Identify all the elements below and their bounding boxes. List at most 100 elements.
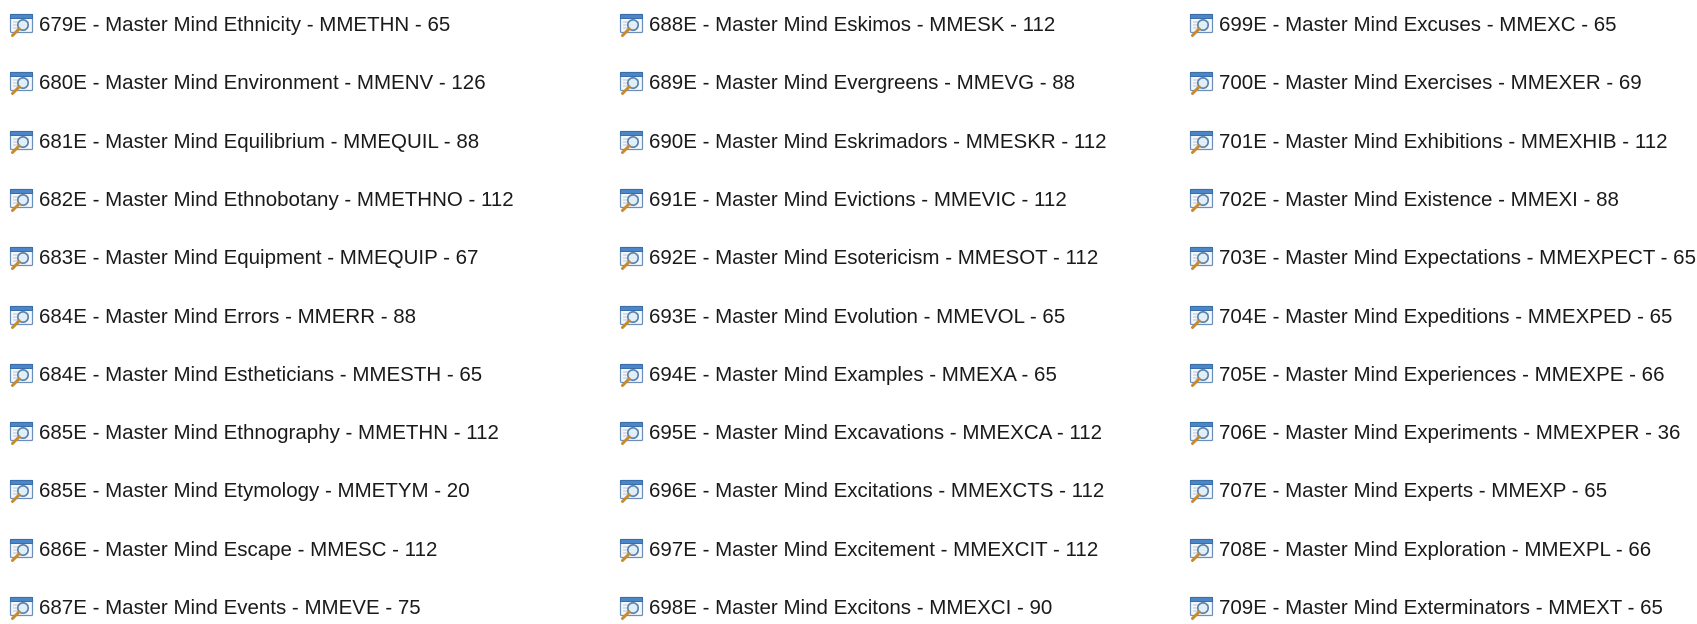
search-file-icon (1188, 303, 1216, 331)
file-item-label: 701E - Master Mind Exhibitions - MMEXHIB… (1219, 129, 1668, 153)
file-item-label: 684E - Master Mind Errors - MMERR - 88 (39, 304, 417, 328)
file-item-label: 679E - Master Mind Ethnicity - MMETHN - … (39, 13, 451, 36)
search-file-icon (8, 594, 36, 622)
file-item-label: 687E - Master Mind Events - MMEVE - 75 (39, 596, 421, 619)
file-item[interactable]: 682E - Master Mind Ethnobotany - MMETHNO… (8, 185, 514, 215)
search-file-icon (8, 419, 36, 447)
file-item-label: 683E - Master Mind Equipment - MMEQUIP -… (39, 246, 479, 270)
file-item-label: 681E - Master Mind Equilibrium - MMEQUIL… (39, 129, 480, 153)
file-item[interactable]: 705E - Master Mind Experiences - MMEXPE … (1188, 360, 1664, 390)
file-item-label: 700E - Master Mind Exercises - MMEXER - … (1219, 71, 1642, 95)
file-item[interactable]: 699E - Master Mind Excuses - MMEXC - 65 (1188, 10, 1617, 40)
file-item-label: 708E - Master Mind Exploration - MMEXPL … (1219, 537, 1652, 561)
search-file-icon (8, 69, 36, 97)
file-item[interactable]: 695E - Master Mind Excavations - MMEXCA … (618, 418, 1102, 448)
file-item-label: 694E - Master Mind Examples - MMEXA - 65 (649, 362, 1057, 386)
file-item[interactable]: 684E - Master Mind Estheticians - MMESTH… (8, 360, 482, 390)
file-item[interactable]: 688E - Master Mind Eskimos - MMESK - 112 (618, 10, 1055, 40)
search-file-icon (1188, 128, 1216, 156)
file-item[interactable]: 697E - Master Mind Excitement - MMEXCIT … (618, 535, 1098, 565)
file-item-label: 696E - Master Mind Excitations - MMEXCTS… (649, 479, 1105, 503)
file-item-label: 697E - Master Mind Excitement - MMEXCIT … (649, 537, 1099, 561)
file-item-label: 709E - Master Mind Exterminators - MMEXT… (1219, 596, 1663, 619)
search-file-icon (618, 419, 646, 447)
file-item[interactable]: 698E - Master Mind Excitons - MMEXCI - 9… (618, 593, 1052, 623)
search-file-icon (618, 244, 646, 272)
search-file-icon (1188, 361, 1216, 389)
search-file-icon (8, 186, 36, 214)
file-item-label: 685E - Master Mind Etymology - MMETYM - … (39, 479, 470, 503)
search-file-icon (618, 11, 646, 39)
search-file-icon (1188, 594, 1216, 622)
file-item[interactable]: 696E - Master Mind Excitations - MMEXCTS… (618, 476, 1104, 506)
search-file-icon (618, 186, 646, 214)
file-item[interactable]: 693E - Master Mind Evolution - MMEVOL - … (618, 302, 1065, 332)
file-item-label: 707E - Master Mind Experts - MMEXP - 65 (1219, 479, 1608, 503)
file-item[interactable]: 684E - Master Mind Errors - MMERR - 88 (8, 302, 416, 332)
file-item-label: 695E - Master Mind Excavations - MMEXCA … (649, 421, 1103, 445)
file-item-label: 692E - Master Mind Esotericism - MMESOT … (649, 246, 1099, 270)
file-item-label: 703E - Master Mind Expectations - MMEXPE… (1219, 246, 1696, 270)
search-file-icon (1188, 477, 1216, 505)
file-item[interactable]: 694E - Master Mind Examples - MMEXA - 65 (618, 360, 1057, 390)
search-file-icon (1188, 419, 1216, 447)
search-file-icon (8, 244, 36, 272)
file-item-label: 680E - Master Mind Environment - MMENV -… (39, 71, 486, 95)
file-item[interactable]: 707E - Master Mind Experts - MMEXP - 65 (1188, 476, 1607, 506)
search-file-icon (8, 536, 36, 564)
file-icon-grid: 679E - Master Mind Ethnicity - MMETHN - … (0, 0, 1697, 624)
file-item[interactable]: 686E - Master Mind Escape - MMESC - 112 (8, 535, 437, 565)
file-item-label: 702E - Master Mind Existence - MMEXI - 8… (1219, 187, 1619, 211)
file-item[interactable]: 691E - Master Mind Evictions - MMEVIC - … (618, 185, 1067, 215)
file-item[interactable]: 685E - Master Mind Ethnography - MMETHN … (8, 418, 499, 448)
file-item[interactable]: 706E - Master Mind Experiments - MMEXPER… (1188, 418, 1680, 448)
file-item[interactable]: 687E - Master Mind Events - MMEVE - 75 (8, 593, 421, 623)
search-file-icon (618, 69, 646, 97)
file-item-label: 682E - Master Mind Ethnobotany - MMETHNO… (39, 187, 514, 211)
search-file-icon (8, 128, 36, 156)
file-item[interactable]: 689E - Master Mind Evergreens - MMEVG - … (618, 68, 1075, 98)
file-item-label: 704E - Master Mind Expeditions - MMEXPED… (1219, 304, 1673, 328)
search-file-icon (1188, 11, 1216, 39)
search-file-icon (618, 361, 646, 389)
file-item[interactable]: 708E - Master Mind Exploration - MMEXPL … (1188, 535, 1651, 565)
file-item[interactable]: 683E - Master Mind Equipment - MMEQUIP -… (8, 243, 478, 273)
search-file-icon (618, 303, 646, 331)
file-item-label: 699E - Master Mind Excuses - MMEXC - 65 (1219, 13, 1617, 36)
file-item[interactable]: 702E - Master Mind Existence - MMEXI - 8… (1188, 185, 1619, 215)
file-item-label: 684E - Master Mind Estheticians - MMESTH… (39, 362, 483, 386)
search-file-icon (8, 11, 36, 39)
file-item-label: 688E - Master Mind Eskimos - MMESK - 112 (649, 13, 1056, 36)
search-file-icon (618, 128, 646, 156)
file-item[interactable]: 701E - Master Mind Exhibitions - MMEXHIB… (1188, 127, 1668, 157)
search-file-icon (1188, 244, 1216, 272)
file-item-label: 686E - Master Mind Escape - MMESC - 112 (39, 537, 438, 561)
file-item[interactable]: 700E - Master Mind Exercises - MMEXER - … (1188, 68, 1642, 98)
file-item-label: 690E - Master Mind Eskrimadors - MMESKR … (649, 129, 1107, 153)
search-file-icon (8, 477, 36, 505)
file-item[interactable]: 704E - Master Mind Expeditions - MMEXPED… (1188, 302, 1672, 332)
search-file-icon (8, 361, 36, 389)
search-file-icon (618, 594, 646, 622)
file-item-label: 705E - Master Mind Experiences - MMEXPE … (1219, 362, 1665, 386)
file-item[interactable]: 681E - Master Mind Equilibrium - MMEQUIL… (8, 127, 479, 157)
file-item-label: 693E - Master Mind Evolution - MMEVOL - … (649, 304, 1066, 328)
search-file-icon (1188, 536, 1216, 564)
search-file-icon (8, 303, 36, 331)
file-item-label: 698E - Master Mind Excitons - MMEXCI - 9… (649, 596, 1053, 619)
search-file-icon (618, 536, 646, 564)
file-item-label: 706E - Master Mind Experiments - MMEXPER… (1219, 421, 1681, 445)
file-item-label: 691E - Master Mind Evictions - MMEVIC - … (649, 187, 1067, 211)
file-item-label: 689E - Master Mind Evergreens - MMEVG - … (649, 71, 1076, 95)
file-item-label: 685E - Master Mind Ethnography - MMETHN … (39, 421, 499, 445)
search-file-icon (618, 477, 646, 505)
file-item[interactable]: 703E - Master Mind Expectations - MMEXPE… (1188, 243, 1696, 273)
file-item[interactable]: 680E - Master Mind Environment - MMENV -… (8, 68, 486, 98)
file-item[interactable]: 685E - Master Mind Etymology - MMETYM - … (8, 476, 470, 506)
file-item[interactable]: 709E - Master Mind Exterminators - MMEXT… (1188, 593, 1663, 623)
file-item[interactable]: 679E - Master Mind Ethnicity - MMETHN - … (8, 10, 450, 40)
search-file-icon (1188, 186, 1216, 214)
file-item[interactable]: 692E - Master Mind Esotericism - MMESOT … (618, 243, 1098, 273)
file-item[interactable]: 690E - Master Mind Eskrimadors - MMESKR … (618, 127, 1107, 157)
search-file-icon (1188, 69, 1216, 97)
